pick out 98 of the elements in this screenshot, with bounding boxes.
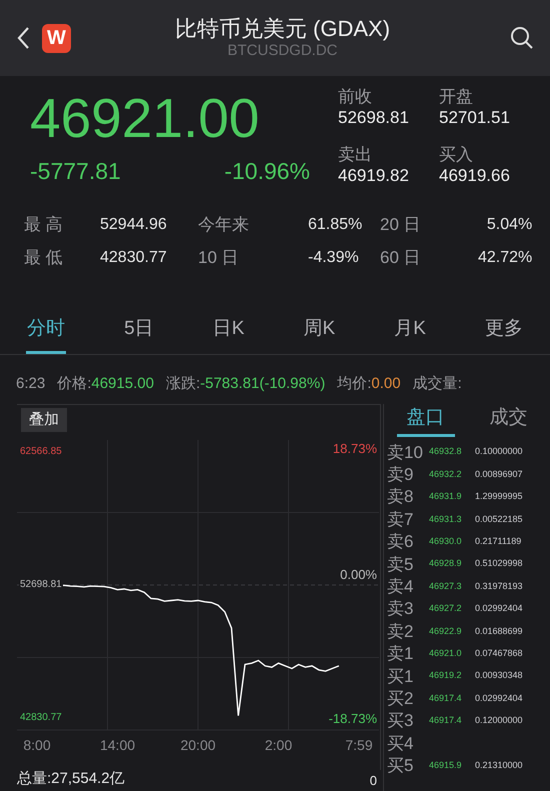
x-axis-label: 20:00	[180, 738, 216, 752]
order-price: 46931.3	[429, 512, 463, 526]
order-level-label: 卖10	[387, 444, 424, 461]
order-price: 46921.0	[429, 646, 463, 660]
chart-tab[interactable]: 周K	[302, 314, 336, 354]
symbol-code: BTCUSDGD.DC	[227, 42, 338, 62]
stat-value: -4.39%	[308, 248, 360, 268]
stat-value: 61.85%	[308, 214, 364, 235]
chart-tab[interactable]: 分时	[26, 314, 66, 354]
order-level-label: 卖8	[387, 488, 414, 506]
stat-label: 最 低	[24, 247, 64, 268]
app-logo[interactable]: W	[42, 24, 71, 52]
order-book-tab[interactable]: 成交	[480, 404, 538, 437]
x-axis-label: 7:59	[345, 738, 373, 752]
x-axis-label: 8:00	[23, 738, 51, 752]
order-level-label: 买4	[387, 734, 414, 752]
info-label: 均价:	[337, 374, 372, 394]
stat-label: 10 日	[198, 247, 240, 268]
order-volume: 0.07467868	[475, 646, 523, 660]
chart-tab[interactable]: 月K	[393, 314, 427, 354]
info-label: 价格:	[57, 374, 92, 394]
overlay-button[interactable]: 叠加	[21, 408, 67, 432]
order-volume: 0.31978193	[475, 580, 523, 593]
info-value: 46915.00	[91, 374, 154, 394]
quote-label: 开盘	[439, 86, 474, 108]
quote-value: 46919.82	[338, 165, 410, 186]
order-level-label: 买5	[387, 757, 414, 774]
percent-label: -18.73%	[328, 712, 377, 725]
volume-scale-label: 0	[370, 774, 377, 786]
order-level-label: 买3	[387, 712, 414, 730]
order-price: 46931.9	[429, 490, 463, 504]
order-price: 46917.4	[429, 714, 463, 728]
chart-tab[interactable]: 日K	[212, 314, 246, 354]
stat-value: 5.04%	[486, 214, 532, 235]
order-level-label: 卖7	[387, 510, 414, 528]
quote-value: 52701.51	[439, 107, 511, 128]
order-price: 46932.2	[429, 468, 463, 481]
x-axis-label: 14:00	[100, 738, 136, 752]
price-change: -5777.81	[30, 157, 121, 186]
order-price: 46930.0	[429, 535, 463, 548]
cursor-time: 6:23	[16, 374, 46, 394]
info-label: 涨跌:	[166, 374, 200, 394]
order-price: 46919.2	[429, 669, 463, 682]
quote-label: 买入	[439, 144, 474, 166]
order-level-label: 卖9	[387, 466, 414, 484]
order-price: 46927.2	[429, 602, 463, 616]
chart-tab[interactable]: 5日	[123, 314, 155, 354]
quote-label: 卖出	[338, 144, 373, 166]
back-icon[interactable]	[16, 26, 30, 50]
page-title: 比特币兑美元 (GDAX)	[174, 14, 390, 42]
order-volume: 0.00896907	[475, 468, 523, 481]
quote-value: 52698.81	[338, 107, 410, 128]
chart-tab[interactable]: 更多	[484, 314, 524, 354]
info-value: -5783.81(-10.98%)	[200, 374, 326, 394]
order-level-label: 卖3	[387, 600, 414, 618]
order-level-label: 买1	[387, 668, 414, 685]
percent-label: 0.00%	[340, 568, 377, 581]
stat-value: 52944.96	[100, 214, 168, 235]
order-price: 46917.4	[429, 692, 463, 705]
order-level-label: 卖6	[387, 533, 414, 550]
quote-value: 46919.66	[439, 165, 511, 186]
total-volume: 总量:27,554.2亿	[17, 769, 125, 789]
percent-change: -10.96%	[224, 157, 310, 186]
stat-label: 20 日	[380, 214, 422, 236]
order-volume: 0.10000000	[475, 445, 523, 458]
order-volume: 0.02992404	[475, 602, 523, 616]
stat-label: 最 高	[24, 214, 64, 236]
order-level-label: 卖2	[387, 622, 414, 640]
order-price: 46928.9	[429, 557, 463, 570]
order-volume: 0.21711189	[475, 535, 522, 548]
order-level-label: 买2	[387, 690, 414, 707]
stat-value: 42.72%	[478, 248, 532, 268]
order-volume: 0.12000000	[475, 714, 523, 728]
stat-value: 42830.77	[100, 248, 168, 268]
x-axis-label: 2:00	[264, 738, 292, 752]
order-level-label: 卖5	[387, 556, 414, 573]
order-book-tab[interactable]: 盘口	[396, 404, 454, 437]
order-level-label: 卖1	[387, 645, 414, 662]
last-price: 46921.00	[30, 86, 260, 150]
quote-label: 前收	[338, 86, 373, 108]
order-volume: 0.00522185	[475, 512, 523, 526]
order-volume: 1.29999995	[475, 490, 523, 504]
order-volume: 0.21310000	[475, 758, 523, 772]
order-level-label: 卖4	[387, 578, 414, 596]
info-label: 成交量:	[412, 374, 462, 394]
order-price: 46922.9	[429, 624, 463, 638]
order-price: 46932.8	[429, 445, 463, 458]
order-price: 46915.9	[429, 758, 463, 772]
search-icon[interactable]	[510, 26, 534, 50]
percent-label: 18.73%	[332, 442, 377, 455]
order-price: 46927.3	[429, 580, 463, 593]
order-volume: 0.51029998	[475, 557, 523, 570]
order-volume: 0.00930348	[475, 669, 523, 682]
order-volume: 0.02992404	[475, 692, 523, 705]
stat-label: 60 日	[380, 247, 422, 268]
order-volume: 0.01688699	[475, 624, 523, 638]
stat-label: 今年来	[198, 214, 250, 236]
info-value: 0.00	[371, 374, 401, 394]
